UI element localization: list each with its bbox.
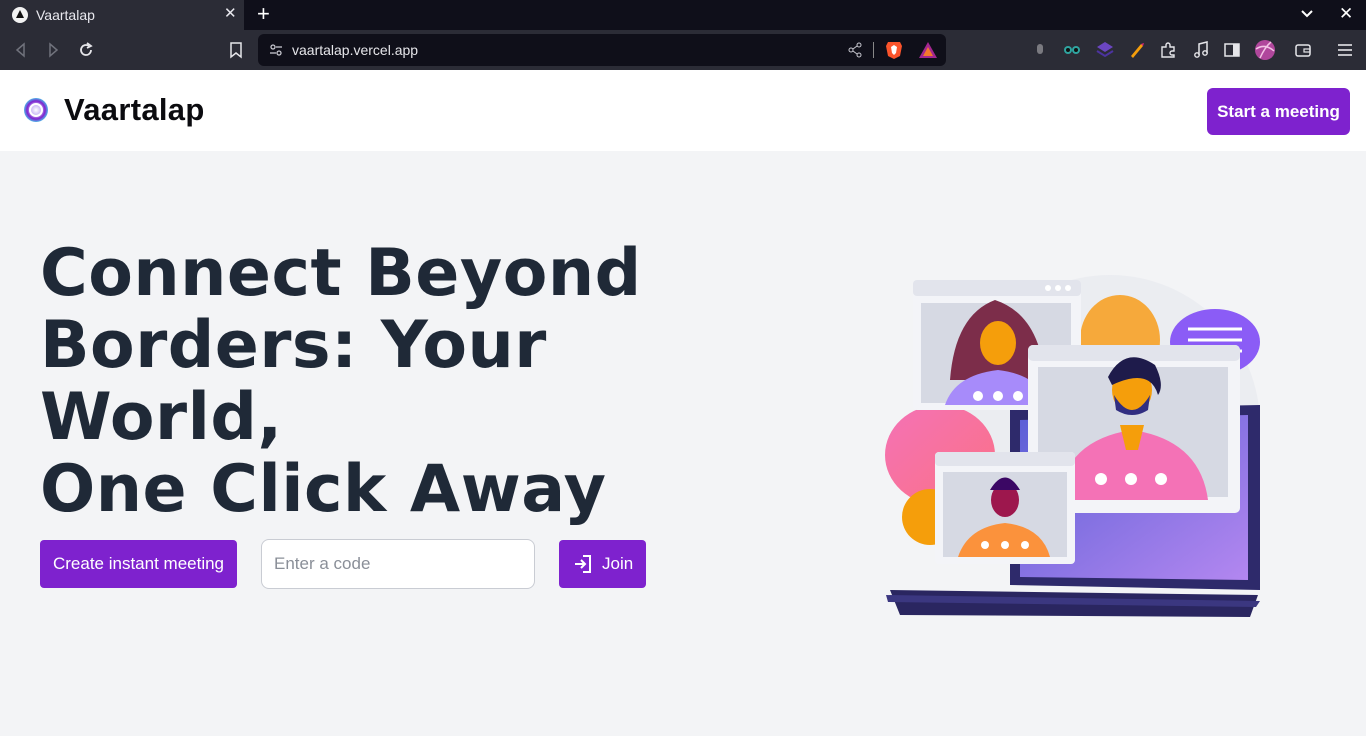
join-button[interactable]: Join (559, 540, 646, 588)
hero-line-3: One Click Away (40, 452, 607, 527)
brand-name[interactable]: Vaartalap (64, 92, 205, 128)
hero-headline: Connect Beyond Borders: Your World, One … (40, 238, 800, 526)
forward-icon[interactable] (44, 41, 62, 59)
login-arrow-icon (575, 555, 591, 573)
brave-rewards-icon[interactable] (918, 41, 938, 59)
tab-title: Vaartalap (36, 7, 95, 23)
site-header: Vaartalap Start a meeting (0, 70, 1366, 151)
window-close-icon[interactable]: ✕ (1339, 3, 1353, 25)
extension-pencil-icon[interactable] (1127, 40, 1147, 60)
share-icon[interactable] (847, 42, 863, 58)
site-info-icon[interactable] (268, 42, 284, 58)
browser-toolbar: vaartalap.vercel.app 8 (0, 30, 1366, 94)
video-call-illustration (885, 275, 1260, 617)
reload-icon[interactable] (77, 41, 95, 59)
tab-strip: Vaartalap ✕ + ✕ (0, 0, 1366, 30)
extensions-icon[interactable] (1158, 40, 1178, 60)
address-bar[interactable]: vaartalap.vercel.app (258, 34, 946, 66)
profile-avatar-icon[interactable] (1254, 39, 1276, 61)
extension-mic-icon[interactable] (1030, 40, 1050, 60)
chevron-down-icon[interactable] (1298, 5, 1316, 23)
hero-line-2: Borders: Your World, (40, 308, 547, 455)
join-label: Join (602, 554, 634, 573)
extension-glasses-icon[interactable] (1062, 40, 1082, 60)
menu-icon[interactable] (1335, 40, 1355, 60)
new-tab-icon[interactable]: + (257, 3, 270, 25)
brand-logo-icon[interactable] (23, 97, 49, 123)
media-icon[interactable] (1191, 40, 1211, 60)
hero-line-1: Connect Beyond (40, 236, 642, 311)
wallet-icon[interactable] (1293, 40, 1313, 60)
url-text[interactable]: vaartalap.vercel.app (292, 42, 418, 58)
tab-close-icon[interactable]: ✕ (224, 5, 237, 23)
back-icon[interactable] (12, 41, 30, 59)
meeting-code-input[interactable] (261, 539, 535, 589)
vercel-favicon-icon (12, 7, 28, 23)
address-divider (873, 42, 874, 58)
sidebar-icon[interactable] (1222, 40, 1242, 60)
browser-tab[interactable]: Vaartalap ✕ (0, 0, 244, 30)
bookmark-icon[interactable] (227, 41, 245, 59)
extension-stack-icon[interactable] (1095, 40, 1115, 60)
start-meeting-button[interactable]: Start a meeting (1207, 88, 1350, 135)
brave-shield-icon[interactable] (885, 40, 903, 60)
create-instant-meeting-button[interactable]: Create instant meeting (40, 540, 237, 588)
